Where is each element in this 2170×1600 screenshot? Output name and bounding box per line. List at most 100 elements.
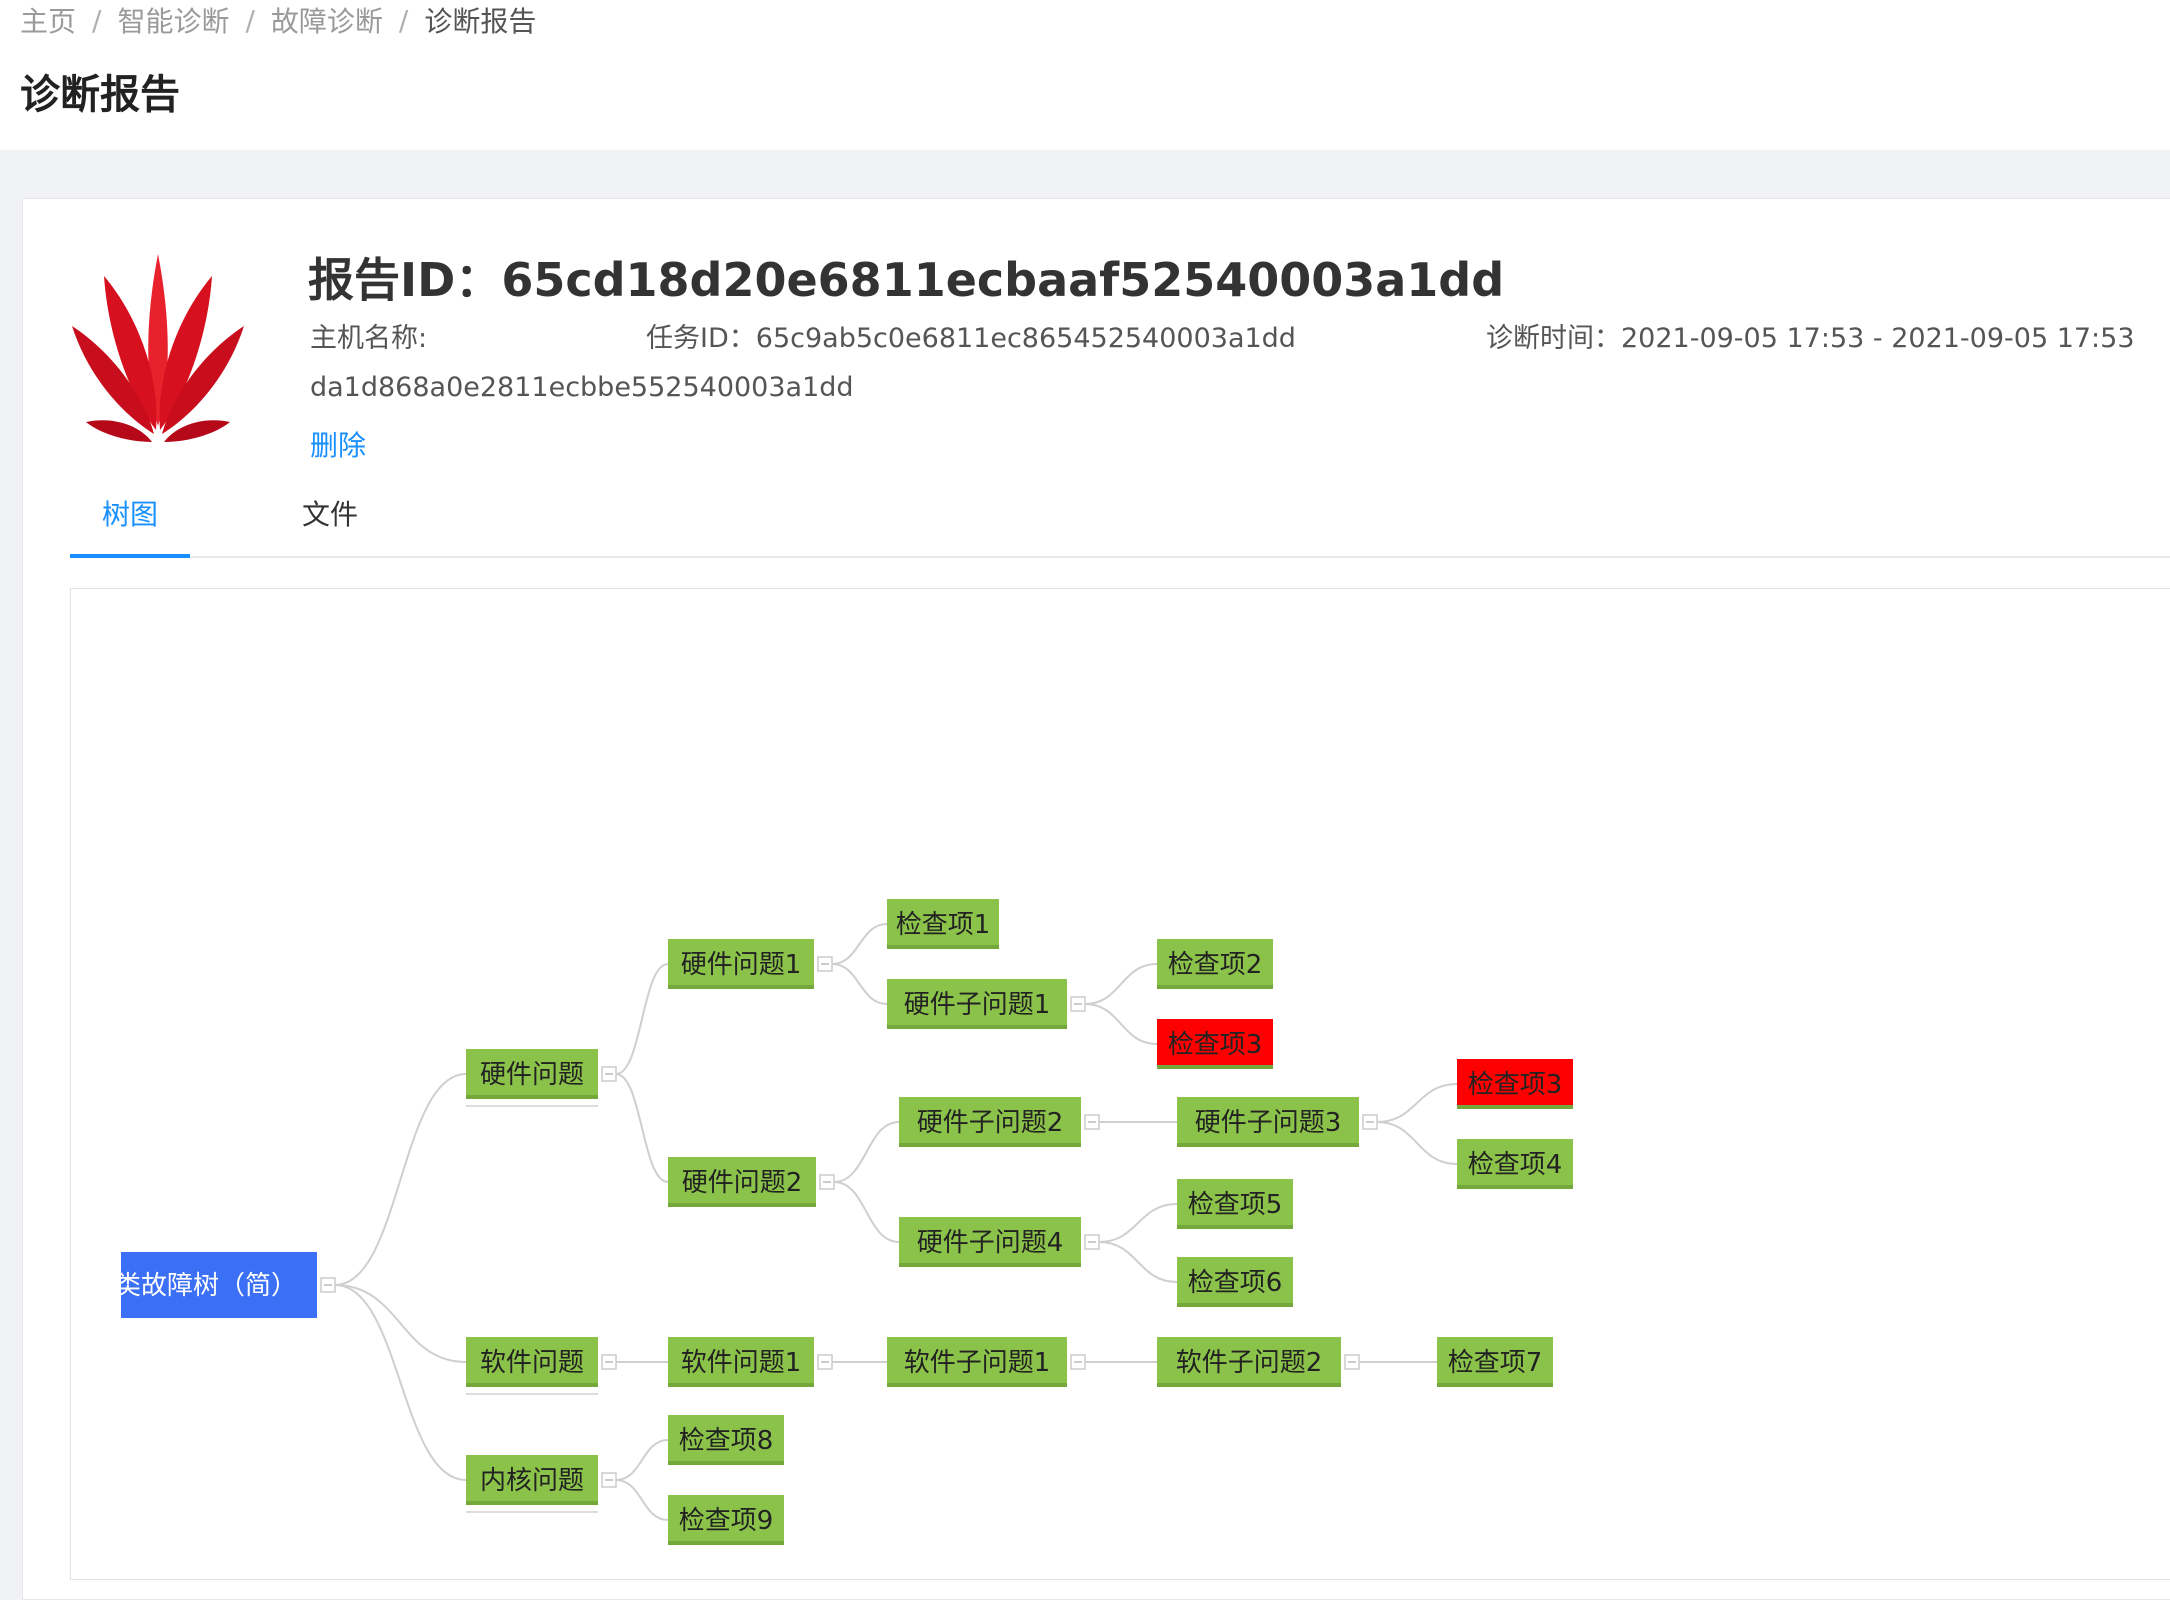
tree-node-shadow	[1457, 1185, 1573, 1189]
tree-node-label: 检查项4	[1468, 1150, 1563, 1180]
tree-node-label: 检查项1	[896, 910, 991, 940]
tree-link	[615, 963, 669, 1075]
tree-node-shadow	[668, 1383, 814, 1387]
tree-link	[334, 1073, 467, 1286]
tree-node-label: 检查项5	[1188, 1190, 1283, 1220]
tree-node-label: 硬件问题	[480, 1060, 584, 1090]
tree-node-shadow	[887, 945, 999, 949]
tree-node-shadow	[466, 1095, 598, 1099]
tab-file[interactable]: 文件	[270, 490, 390, 554]
tree-node-shadow	[887, 1383, 1067, 1387]
tree-node[interactable]: 软件问题1	[668, 1337, 814, 1387]
tree-node[interactable]: 检查项3	[1157, 1019, 1273, 1069]
tree-node-label: 硬件问题1	[681, 950, 802, 980]
diagnosis-time-label: 诊断时间：	[1486, 323, 1621, 354]
tree-node[interactable]: 硬件子问题4	[899, 1217, 1081, 1267]
breadcrumb-separator: /	[245, 3, 255, 37]
tree-node[interactable]: 硬件子问题3	[1177, 1097, 1359, 1147]
tree-node-label: 内核问题	[480, 1466, 584, 1496]
breadcrumb-current: 诊断报告	[424, 5, 537, 38]
tree-link	[1084, 1003, 1158, 1045]
tree-node-shadow	[1157, 1065, 1273, 1069]
huawei-logo	[72, 254, 244, 442]
tree-node-label: 检查项7	[1448, 1348, 1543, 1378]
tree-node-shadow	[887, 1025, 1067, 1029]
tree-node[interactable]: 检查项4	[1457, 1139, 1573, 1189]
tree-link	[833, 1181, 900, 1243]
tree-node-shadow	[466, 1501, 598, 1505]
tree-node-shadow	[668, 1203, 816, 1207]
report-id-label: 报告ID：	[308, 253, 502, 307]
delete-link[interactable]: 删除	[310, 424, 366, 464]
tree-node-label: 检查项8	[679, 1426, 774, 1456]
tree-node-shadow	[1457, 1105, 1573, 1109]
tree-node[interactable]: 硬件子问题1	[887, 979, 1067, 1029]
diagnosis-time: 诊断时间：2021-09-05 17:53 - 2021-09-05 17:53	[1486, 316, 2135, 355]
tree-node[interactable]: 检查项9	[668, 1495, 784, 1545]
tree-node[interactable]: 检查项7	[1437, 1337, 1553, 1387]
tree-node[interactable]: 硬件问题2	[668, 1157, 816, 1207]
tree-node-label: 软件子问题2	[1176, 1348, 1323, 1378]
breadcrumb-separator: /	[398, 3, 409, 37]
tree-node-shadow	[1177, 1303, 1293, 1307]
breadcrumb-home[interactable]: 主页	[20, 0, 76, 40]
task-id: 任务ID：65c9ab5c0e6811ec865452540003a1dd	[646, 316, 1296, 355]
breadcrumb-fault-diagnosis[interactable]: 故障诊断	[271, 0, 383, 40]
tree-node-shadow	[668, 985, 814, 989]
tree-link	[1376, 1083, 1458, 1123]
tree-node-label: 检查项3	[1468, 1070, 1563, 1100]
tree-node-shadow	[899, 1263, 1081, 1267]
tree-node[interactable]: 检查项3	[1457, 1059, 1573, 1109]
tree-node-shadow	[668, 1541, 784, 1545]
tree-node-shadow	[668, 1461, 784, 1465]
tree-node[interactable]: 硬件问题1	[668, 939, 814, 989]
breadcrumb-smart-diagnosis[interactable]: 智能诊断	[117, 0, 229, 40]
tree-node-shadow	[1437, 1383, 1553, 1387]
tree-node[interactable]: 硬件问题	[466, 1049, 598, 1099]
tree-node-label: 检查项2	[1168, 950, 1263, 980]
tree-link	[833, 1121, 900, 1183]
tree-node-shadow	[899, 1143, 1081, 1147]
tree-node[interactable]: 检查项8	[668, 1415, 784, 1465]
task-id-value: 65c9ab5c0e6811ec865452540003a1dd	[755, 323, 1296, 354]
tree-node-label: 硬件子问题2	[917, 1108, 1064, 1138]
tree-link	[334, 1284, 467, 1363]
tree-node[interactable]: 软件问题	[466, 1337, 598, 1387]
tree-link	[615, 1073, 669, 1183]
tree-node[interactable]: 检查项6	[1177, 1257, 1293, 1307]
tab-bar: 树图 文件	[70, 490, 2170, 558]
tree-link	[831, 923, 888, 965]
tree-node[interactable]: 硬件子问题2	[899, 1097, 1081, 1147]
tree-node-label: 检查项6	[1188, 1268, 1283, 1298]
tree-node-label: 检查项9	[679, 1506, 774, 1536]
tree-link	[615, 1479, 669, 1521]
tree-node[interactable]: 软件子问题1	[887, 1337, 1067, 1387]
tree-root-node[interactable]: 类故障树（简）	[115, 1252, 317, 1318]
tree-node-label: 硬件子问题3	[1195, 1108, 1342, 1138]
tree-link	[615, 1439, 669, 1481]
tree-node-label: 检查项3	[1168, 1030, 1263, 1060]
tree-node-label: 硬件子问题4	[917, 1228, 1064, 1258]
tree-link	[831, 963, 888, 1005]
tree-panel: 检查项1 检查项2 检查项3 硬件子问题1 硬件问题1 检查项3 检查项4 硬件子问题3 硬件子…	[70, 588, 2170, 1580]
host-name-label: 主机名称:	[310, 323, 428, 354]
host-name-value: da1d868a0e2811ecbbe552540003a1dd	[310, 372, 854, 403]
report-id-value: 65cd18d20e6811ecbaaf52540003a1dd	[501, 253, 1505, 307]
tree-node[interactable]: 检查项1	[887, 899, 999, 949]
tree-link	[1084, 963, 1158, 1005]
tree-node-shadow	[1157, 1383, 1341, 1387]
tree-link	[1376, 1121, 1458, 1165]
fault-tree-chart: 检查项1 检查项2 检查项3 硬件子问题1 硬件问题1 检查项3 检查项4 硬件子问题3 硬件子…	[115, 899, 1573, 1545]
tree-node[interactable]: 检查项5	[1177, 1179, 1293, 1229]
tree-node[interactable]: 检查项2	[1157, 939, 1273, 989]
tree-node[interactable]: 软件子问题2	[1157, 1337, 1341, 1387]
tree-nodes: 检查项1 检查项2 检查项3 硬件子问题1 硬件问题1 检查项3 检查项4 硬件子问题3 硬件子…	[115, 899, 1573, 1545]
tree-node[interactable]: 内核问题	[466, 1455, 598, 1505]
tree-link	[1098, 1203, 1178, 1243]
tree-node-label: 软件子问题1	[904, 1348, 1051, 1378]
report-id-heading: 报告ID：65cd18d20e6811ecbaaf52540003a1dd	[308, 244, 1504, 310]
tab-tree[interactable]: 树图	[70, 490, 190, 558]
tree-node-shadow	[1157, 985, 1273, 989]
tree-node-shadow	[466, 1383, 598, 1387]
tree-link	[1098, 1241, 1178, 1283]
